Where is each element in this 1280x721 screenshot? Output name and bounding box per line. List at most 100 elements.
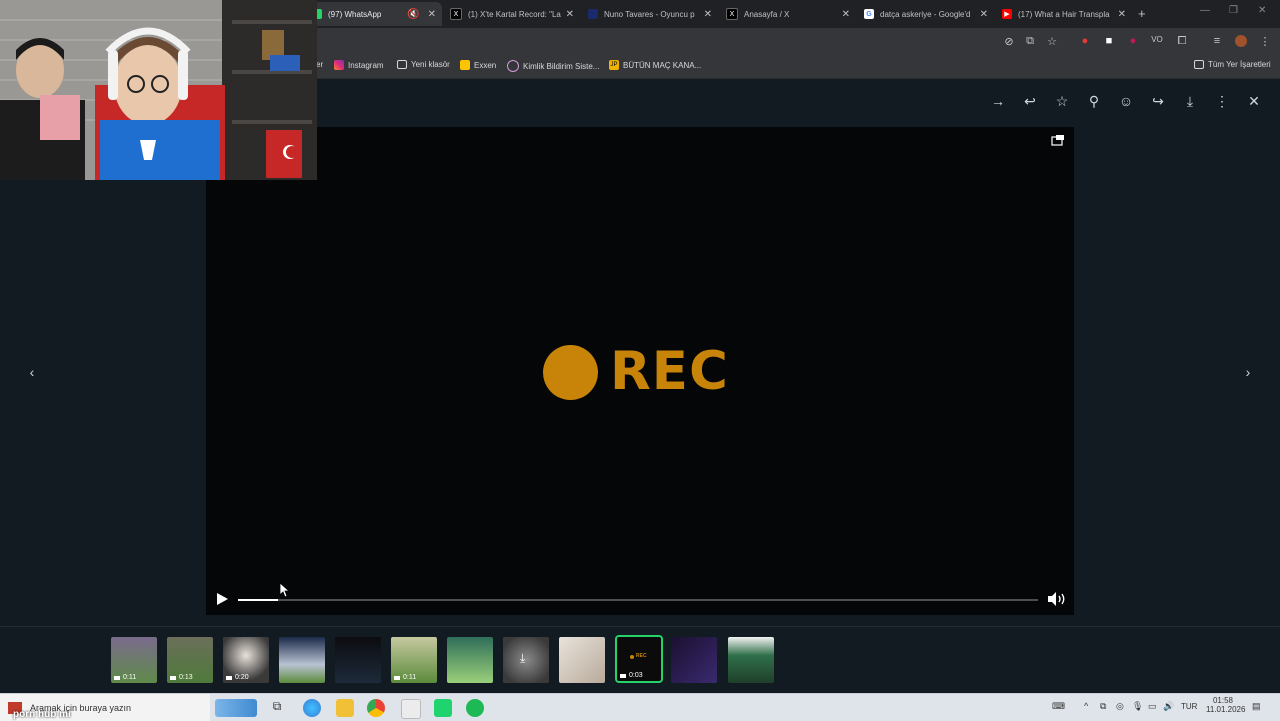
bookmark-instagram[interactable]: Instagram — [334, 60, 384, 70]
speaker-icon[interactable]: 🔊 — [1163, 701, 1174, 712]
hide-media-icon[interactable]: ⊘ — [1002, 35, 1016, 48]
bookmark-partial[interactable]: er — [316, 60, 323, 69]
thumbnail-1[interactable]: 0:11 — [111, 637, 157, 683]
install-app-icon[interactable]: ⧉ — [1023, 35, 1037, 48]
close-viewer-icon[interactable]: ✕ — [1245, 92, 1263, 110]
react-emoji-icon[interactable]: ☺ — [1117, 92, 1135, 110]
previous-media-icon[interactable]: ‹ — [22, 362, 42, 382]
thumbnail-7[interactable] — [447, 637, 493, 683]
notepad-icon[interactable] — [401, 699, 421, 719]
tray-chevron-icon[interactable]: ^ — [1084, 701, 1088, 711]
profile-avatar[interactable] — [1234, 35, 1248, 50]
bookmark-star-icon[interactable]: ☆ — [1045, 35, 1059, 48]
thumbnail-2[interactable]: 0:13 — [167, 637, 213, 683]
thumbnail-10-selected[interactable]: REC 0:03 — [615, 635, 663, 683]
jp-icon: JP — [609, 60, 619, 70]
rec-thumb-text: REC — [636, 653, 647, 659]
extension-red-icon[interactable]: ● — [1078, 35, 1092, 47]
chrome-icon[interactable] — [367, 699, 385, 717]
restore-icon[interactable]: ❐ — [1229, 5, 1238, 16]
close-tab-icon[interactable]: ✕ — [566, 9, 574, 20]
close-tab-icon[interactable]: ✕ — [1118, 9, 1126, 20]
close-tab-icon[interactable]: ✕ — [842, 9, 850, 20]
tab-youtube[interactable]: ▶ (17) What a Hair Transpla ✕ — [996, 2, 1132, 26]
reading-list-icon[interactable]: ≡ — [1210, 35, 1224, 47]
tab-title: (17) What a Hair Transpla — [1018, 9, 1110, 19]
picture-in-picture-icon[interactable] — [1051, 134, 1065, 146]
bookmark-exxen[interactable]: Exxen — [460, 60, 496, 70]
windows-taskbar: Aramak için buraya yazın porn hub mı ⧉ ⌨… — [0, 693, 1280, 721]
volume-icon[interactable] — [1046, 591, 1068, 607]
thumbnail-12[interactable] — [728, 637, 774, 683]
task-view-icon[interactable]: ⧉ — [268, 699, 286, 717]
extension-vo-icon[interactable]: VO — [1150, 35, 1164, 44]
extension-white-icon[interactable]: ■ — [1102, 35, 1116, 47]
spotify-icon[interactable] — [466, 699, 484, 717]
thumbnail-5[interactable] — [335, 637, 381, 683]
notifications-icon[interactable]: ▤ — [1252, 701, 1261, 712]
close-tab-icon[interactable]: ✕ — [704, 9, 712, 20]
bookmark-butun-mac[interactable]: JP BÜTÜN MAÇ KANA... — [609, 60, 701, 70]
tab-nuno-tavares[interactable]: Nuno Tavares - Oyuncu p ✕ — [582, 2, 718, 26]
file-explorer-icon[interactable] — [336, 699, 354, 717]
close-window-icon[interactable]: ✕ — [1258, 5, 1266, 16]
all-bookmarks[interactable]: Tüm Yer İşaretleri — [1194, 60, 1271, 69]
bookmark-kimlik[interactable]: Kimlik Bildirim Siste... — [507, 60, 599, 72]
language-indicator[interactable]: TUR — [1181, 702, 1197, 711]
minimize-icon[interactable]: — — [1200, 5, 1210, 16]
bookmark-label: Instagram — [348, 60, 384, 70]
more-options-icon[interactable]: ⋮ — [1213, 92, 1231, 110]
download-icon: ⤓ — [520, 651, 526, 665]
thumbnail-11[interactable] — [671, 637, 717, 683]
thumbnail-9[interactable] — [559, 637, 605, 683]
rec-thumb-dot — [630, 655, 634, 659]
thumbnail-3[interactable]: 0:20 — [223, 637, 269, 683]
tab-anasayfa-x[interactable]: X Anasayfa / X ✕ — [720, 2, 856, 26]
keyboard-icon[interactable]: ⌨ — [1052, 701, 1065, 712]
tab-title: Anasayfa / X — [744, 9, 790, 19]
all-bookmarks-label: Tüm Yer İşaretleri — [1208, 60, 1271, 69]
wifi-icon[interactable]: ▭ — [1148, 701, 1157, 712]
x-icon: X — [450, 8, 462, 20]
tab-x-kartal[interactable]: X (1) X'te Kartal Record: "La ✕ — [444, 2, 580, 26]
new-tab-icon[interactable]: + — [1138, 6, 1146, 21]
next-media-icon[interactable]: › — [1238, 362, 1258, 382]
webcam-overlay — [0, 0, 317, 180]
tab-whatsapp[interactable]: (97) WhatsApp 🔇 ✕ — [306, 2, 442, 26]
download-icon[interactable]: ⤓ — [1181, 92, 1199, 110]
edge-icon[interactable] — [303, 699, 321, 717]
folder-icon — [397, 60, 407, 69]
thumbnail-8[interactable]: ⤓ — [503, 637, 549, 683]
tray-app-icon[interactable]: ⧉ — [1100, 701, 1106, 712]
close-tab-icon[interactable]: ✕ — [428, 9, 436, 20]
reply-icon[interactable]: ↩ — [1021, 92, 1039, 110]
thumbnail-4[interactable] — [279, 637, 325, 683]
extension-pink-icon[interactable]: ● — [1126, 35, 1140, 47]
tab-title: Nuno Tavares - Oyuncu p — [604, 9, 695, 19]
bookmark-label: Yeni klasör — [411, 60, 450, 69]
link-icon — [507, 60, 519, 72]
browser-menu-icon[interactable]: ⋮ — [1258, 35, 1272, 48]
site-icon — [588, 9, 598, 19]
rec-logo-dot — [543, 345, 598, 400]
tray-network-icon[interactable]: ◎ — [1116, 701, 1124, 712]
close-tab-icon[interactable]: ✕ — [980, 9, 988, 20]
star-icon[interactable]: ☆ — [1053, 92, 1071, 110]
mute-icon[interactable]: 🔇 — [407, 9, 419, 20]
whatsapp-taskbar-icon[interactable] — [434, 699, 452, 717]
bookmark-yeni-klasor[interactable]: Yeni klasör — [397, 60, 450, 69]
forward-icon[interactable]: ↪ — [1149, 92, 1167, 110]
thumbnail-6[interactable]: 0:11 — [391, 637, 437, 683]
thumbnail-duration: 0:11 — [114, 674, 136, 681]
play-icon[interactable] — [214, 591, 230, 607]
pin-icon[interactable]: ⚲ — [1085, 92, 1103, 110]
video-progress-bar[interactable] — [238, 599, 1038, 601]
tab-google[interactable]: G datça askeriye - Google'd ✕ — [858, 2, 994, 26]
go-to-message-icon[interactable]: → — [989, 92, 1007, 110]
rec-logo-text: REC — [610, 341, 729, 402]
widgets-icon[interactable] — [215, 699, 257, 717]
extensions-puzzle-icon[interactable]: ⧠ — [1175, 35, 1189, 48]
microphone-icon[interactable]: 🎙 — [1132, 701, 1143, 712]
clock[interactable]: 01:58 11.01.2026 — [1206, 696, 1245, 714]
thumbnail-duration: 0:20 — [226, 674, 249, 681]
